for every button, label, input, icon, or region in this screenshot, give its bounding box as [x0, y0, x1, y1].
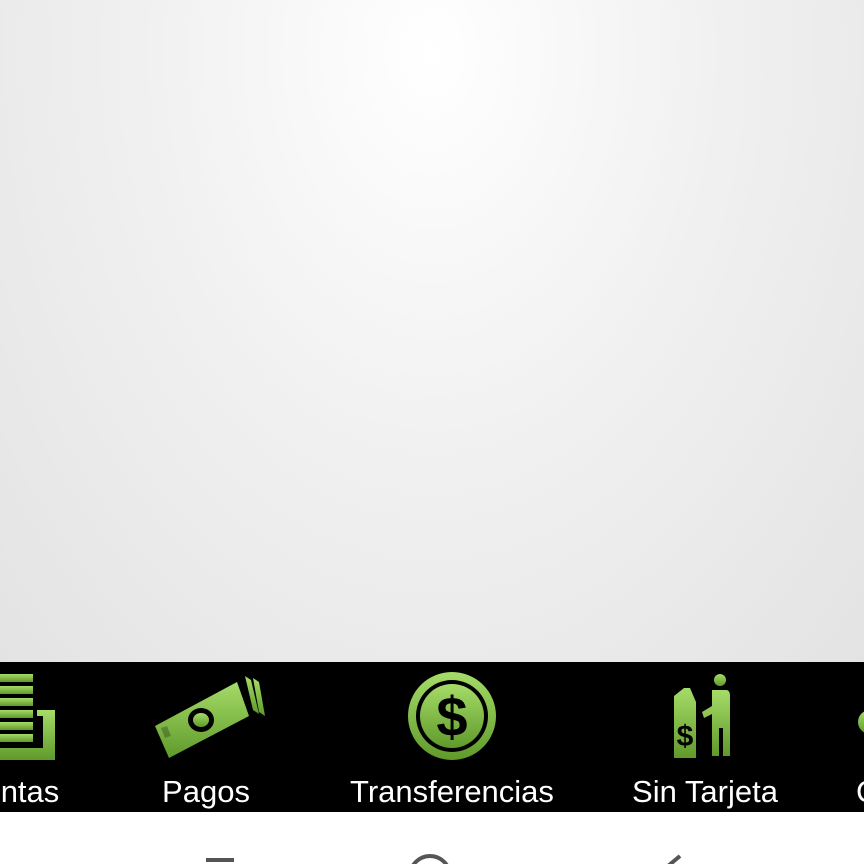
recent-apps-icon: [206, 858, 234, 862]
svg-text:$: $: [436, 685, 467, 748]
home-button[interactable]: [390, 812, 470, 864]
system-navigation-bar: [0, 812, 864, 864]
recent-apps-button[interactable]: [180, 812, 260, 864]
nav-label-pagos: Pagos: [162, 774, 250, 809]
back-button[interactable]: [634, 812, 714, 864]
nav-label-transferencias: Transferencias: [350, 774, 554, 809]
more-icon: [858, 711, 864, 733]
home-icon: [411, 854, 449, 864]
nav-item-pagos[interactable]: Pagos: [116, 662, 296, 812]
accounts-stack-icon: [0, 674, 55, 760]
nav-label-more: C: [830, 772, 864, 812]
bottom-navigation-bar: ntas Pagos $ Transferencias $ Sin Tarjet…: [0, 662, 864, 812]
nav-item-more[interactable]: C: [830, 662, 864, 812]
svg-text:$: $: [677, 720, 694, 753]
nav-item-sin-tarjeta[interactable]: $ Sin Tarjeta: [620, 662, 790, 812]
nav-label-cuentas: ntas: [0, 774, 60, 809]
dollar-circle-icon: $: [408, 672, 496, 760]
nav-label-sin-tarjeta: Sin Tarjeta: [632, 774, 778, 809]
atm-person-icon: $: [674, 674, 730, 758]
back-icon: [667, 854, 682, 864]
app-screen: ntas Pagos $ Transferencias $ Sin Tarjet…: [0, 0, 864, 864]
nav-item-transferencias[interactable]: $ Transferencias: [330, 662, 574, 812]
nav-item-cuentas[interactable]: ntas: [0, 662, 120, 812]
main-content-area: [0, 0, 864, 662]
banknote-icon: [155, 676, 265, 758]
